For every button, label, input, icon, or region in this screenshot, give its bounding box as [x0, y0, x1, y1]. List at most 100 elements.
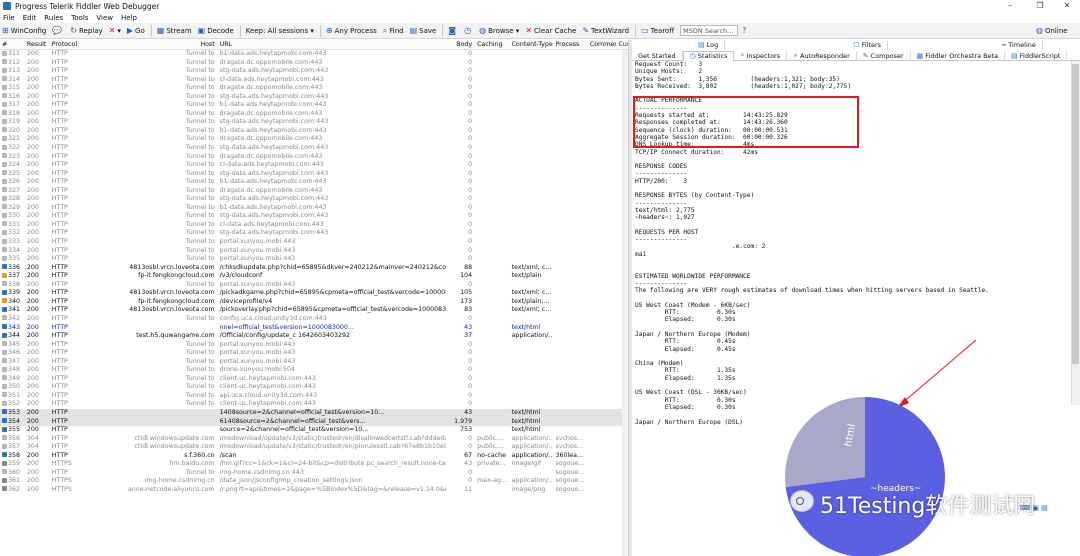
close-button[interactable]: ✕: [1052, 0, 1080, 12]
table-row[interactable]: 352 200 HTTP Tunnel to client-uc.heytapmobi.…: [0, 400, 628, 409]
tab-fiddlerscript[interactable]: ▤ FiddlerScript: [1005, 50, 1068, 61]
table-row[interactable]: 360 200 HTTP Tunnel to img-home.csdnimg.cn:4…: [0, 469, 628, 478]
table-row[interactable]: 322 200 HTTP Tunnel to stg-data.ads.heytapmo…: [0, 144, 628, 153]
table-row[interactable]: 341 200 HTTP 4813osbl.vrcn.loveota.com/pick…: [0, 306, 628, 315]
comment-button[interactable]: 💬: [52, 26, 64, 35]
col-protocol[interactable]: Protocol: [50, 40, 94, 49]
col-body[interactable]: Body: [446, 40, 475, 49]
col-result[interactable]: Result: [25, 40, 50, 49]
go-button[interactable]: ▶ Go: [127, 26, 145, 35]
tab-get-started[interactable]: Get Started: [632, 50, 683, 61]
table-row[interactable]: 328 200 HTTP Tunnel to stg-data.ads.heytapmo…: [0, 195, 628, 204]
table-row[interactable]: 330 200 HTTP Tunnel to stg-data.ads.heytapmo…: [0, 212, 628, 221]
table-row[interactable]: 315 200 HTTP Tunnel to dragate.dc.oppomobile…: [0, 84, 628, 93]
table-row[interactable]: 337 200 HTTP fp-it.fengkongcloud.com/v3/clo…: [0, 272, 628, 281]
tab-statistics[interactable]: ◷ Statistics: [682, 50, 735, 61]
table-row[interactable]: 353 200 HTTP 1408source=2&channel=official_…: [0, 408, 628, 418]
table-row[interactable]: 313 200 HTTP Tunnel to stg-data.ads.heytapmo…: [0, 67, 628, 76]
winconfig-button[interactable]: ⊞ WinConfig: [2, 26, 46, 35]
collapse-chart-link[interactable]: Collapse Chart: [840, 406, 884, 413]
table-row[interactable]: 355 200 HTTP source=2&channel=official_test…: [0, 426, 628, 435]
col-content-type[interactable]: Content-Type: [510, 40, 554, 49]
col-caching[interactable]: Caching: [475, 40, 509, 49]
col-host[interactable]: Host: [94, 40, 218, 49]
screenshot-button[interactable]: ◙: [448, 26, 458, 35]
minimize-button[interactable]: –: [995, 0, 1025, 12]
col-id[interactable]: #: [0, 40, 25, 49]
table-row[interactable]: 334 200 HTTP Tunnel to portal.xunyou.mobi:44…: [0, 247, 628, 256]
tab-autoresponder[interactable]: ⚡ AutoResponder: [787, 50, 857, 61]
table-row[interactable]: 340 200 HTTP fp-it.fengkongcloud.com/device…: [0, 298, 628, 307]
table-row[interactable]: 356 304 HTTP ctldl.windowsupdate.com/msdown…: [0, 435, 628, 444]
table-row[interactable]: 320 200 HTTP Tunnel to b1-data.ads.heytapmob…: [0, 127, 628, 136]
table-row[interactable]: 339 200 HTTP 4813osbl.vrcn.loveota.com/pick…: [0, 289, 628, 298]
table-row[interactable]: 348 200 HTTP Tunnel to drone.xunyou.mobi:504…: [0, 366, 628, 375]
table-row[interactable]: 347 200 HTTP Tunnel to portal.xunyou.mobi:44…: [0, 358, 628, 367]
table-row[interactable]: 342 200 HTTP Tunnel to config.uca.cloud.unit…: [0, 315, 628, 324]
table-row[interactable]: 359 200 HTTPS hm.baidu.com/hm.gif?cc=1&ck=1…: [0, 460, 628, 469]
stream-button[interactable]: ▦ Stream: [157, 26, 192, 35]
save-button[interactable]: ▤ Save: [410, 26, 437, 35]
table-row[interactable]: 327 200 HTTP Tunnel to dragate.dc.oppomobile…: [0, 187, 628, 196]
menu-edit[interactable]: Edit: [23, 14, 37, 22]
maximize-button[interactable]: ❐: [1025, 0, 1055, 12]
menu-rules[interactable]: Rules: [44, 14, 63, 22]
table-row[interactable]: 329 200 HTTP Tunnel to b1-data.ads.heytapmob…: [0, 204, 628, 213]
table-row[interactable]: 311 200 HTTP Tunnel to b1-data.ads.heytapmob…: [0, 50, 628, 59]
table-row[interactable]: 319 200 HTTP Tunnel to stg-data.ads.heytapmo…: [0, 118, 628, 127]
table-row[interactable]: 357 304 HTTP ctldl.windowsupdate.com/msdown…: [0, 443, 628, 452]
remove-button[interactable]: ✕ ▾: [109, 26, 121, 35]
table-row[interactable]: 321 200 HTTP Tunnel to dragate.dc.oppomobile…: [0, 135, 628, 144]
table-row[interactable]: 318 200 HTTP Tunnel to dragate.dc.oppomobile…: [0, 110, 628, 119]
table-row[interactable]: 323 200 HTTP Tunnel to dragate.dc.oppomobile…: [0, 153, 628, 162]
any-process-button[interactable]: ⊕ Any Process: [326, 26, 377, 35]
msdn-search-input[interactable]: MSDN Search...: [680, 25, 739, 36]
clear-cache-button[interactable]: ✕ Clear Cache: [525, 26, 576, 35]
find-button[interactable]: ⌕ Find: [383, 26, 404, 36]
table-row[interactable]: 312 200 HTTP Tunnel to dragate.dc.oppomobile…: [0, 59, 628, 68]
tab-timeline[interactable]: ═ Timeline: [996, 40, 1043, 50]
tab-filters[interactable]: ☐ Filters: [847, 40, 889, 50]
tab-inspectors[interactable]: ⌕ Inspectors: [734, 50, 788, 61]
table-row[interactable]: 351 200 HTTP Tunnel to api.uca.cloud.unity3d…: [0, 392, 628, 401]
menu-file[interactable]: File: [3, 14, 15, 22]
menu-view[interactable]: View: [96, 14, 113, 22]
col-custom[interactable]: Cust: [616, 40, 628, 49]
table-row[interactable]: 350 200 HTTP Tunnel to client-uc.heytapmobi.…: [0, 383, 628, 392]
table-row[interactable]: 358 200 HTTP s.f.360.cn/scan 67 no-cache appli…: [0, 452, 628, 461]
keep-sessions-dropdown[interactable]: Keep: All sessions ▾: [246, 27, 314, 35]
table-row[interactable]: 361 200 HTTPS img-home.csdnimg.cn/data_json…: [0, 477, 628, 486]
table-row[interactable]: 316 200 HTTP Tunnel to stg-data.ads.heytapmo…: [0, 93, 628, 102]
table-row[interactable]: 336 200 HTTP 4813osbl.vrcn.loveota.com/chks…: [0, 264, 628, 273]
table-row[interactable]: 324 200 HTTP Tunnel to cl-data.ads.heytapmob…: [0, 161, 628, 170]
tab-composer[interactable]: ✎ Composer: [857, 50, 911, 61]
table-row[interactable]: 345 200 HTTP Tunnel to portal.xunyou.mobi:44…: [0, 341, 628, 350]
table-row[interactable]: 317 200 HTTP Tunnel to b1-data.ads.heytapmob…: [0, 101, 628, 110]
table-row[interactable]: 346 200 HTTP Tunnel to portal.xunyou.mobi:44…: [0, 349, 628, 358]
col-comments[interactable]: Comments: [588, 40, 617, 49]
timer-button[interactable]: ◷: [464, 26, 473, 35]
replay-button[interactable]: ↻ Replay: [70, 26, 102, 35]
stats-scrollbar-thumb[interactable]: [1072, 64, 1079, 364]
textwizard-button[interactable]: ✎ TextWizard: [582, 26, 629, 35]
table-row[interactable]: 333 200 HTTP Tunnel to portal.xunyou.mobi:44…: [0, 238, 628, 247]
table-row[interactable]: 343 200 HTTP nnel=official_test&version=100…: [0, 324, 628, 333]
table-row[interactable]: 344 200 HTTP test.h5.quwangame.com/Official…: [0, 332, 628, 341]
help-button[interactable]: ?: [742, 26, 748, 35]
table-row[interactable]: 314 200 HTTP Tunnel to cl-data.ads.heytapmob…: [0, 76, 628, 85]
tearoff-button[interactable]: ▭ Tearoff: [641, 26, 674, 35]
col-url[interactable]: URL: [218, 40, 447, 49]
tab-fiddler-orchestra[interactable]: ▦ Fiddler Orchestra Beta: [911, 50, 1006, 61]
table-row[interactable]: 335 200 HTTP Tunnel to portal.xunyou.mobi:44…: [0, 255, 628, 264]
table-row[interactable]: 325 200 HTTP Tunnel to stg-data.ads.heytapmo…: [0, 170, 628, 179]
table-row[interactable]: 338 200 HTTP Tunnel to portal.xunyou.mobi:44…: [0, 281, 628, 290]
menu-tools[interactable]: Tools: [71, 14, 88, 22]
browse-button[interactable]: ◍ Browse ▾: [479, 26, 519, 35]
decode-button[interactable]: ▣ Decode: [198, 26, 234, 35]
table-row[interactable]: 354 200 HTTP 61408source=2&channel=official…: [0, 417, 628, 427]
online-indicator[interactable]: ◍ Online: [1036, 26, 1068, 35]
table-row[interactable]: 362 200 HTTPS anne-netcode.aliyuncs.com/r.p…: [0, 486, 628, 495]
col-process[interactable]: Process: [553, 40, 587, 49]
menu-help[interactable]: Help: [121, 14, 137, 22]
table-row[interactable]: 326 200 HTTP Tunnel to b1-data.ads.heytapmob…: [0, 178, 628, 187]
